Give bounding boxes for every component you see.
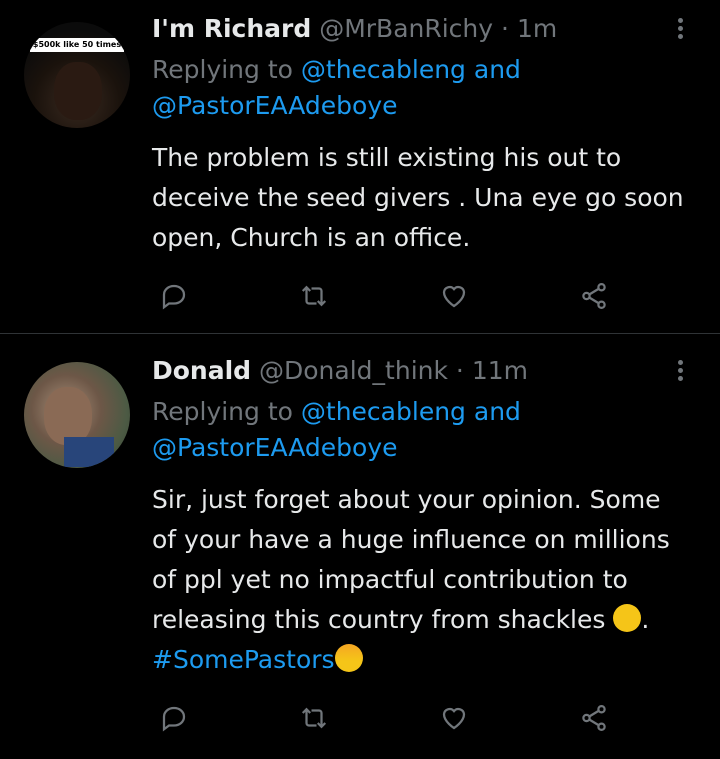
and-link[interactable]: and <box>474 55 521 84</box>
tweet-header: Donald @Donald_think · 11m <box>152 356 528 385</box>
tweet-text: The problem is still existing his out to… <box>152 143 684 252</box>
hashtag-link[interactable]: #SomePastors <box>152 645 335 674</box>
tweet-text: Sir, just forget about your opinion. Som… <box>152 480 692 680</box>
share-button[interactable] <box>576 278 612 314</box>
like-button[interactable] <box>436 700 472 736</box>
avatar-face <box>54 62 102 120</box>
heart-icon <box>442 707 466 730</box>
retweet-icon <box>301 285 327 307</box>
tweet-text-punct: . <box>641 605 650 634</box>
tweet[interactable]: Donald @Donald_think · 11m Replying to @… <box>0 334 720 759</box>
share-icon <box>582 283 606 309</box>
reply-icon <box>162 284 186 310</box>
display-name[interactable]: I'm Richard <box>152 14 311 43</box>
retweet-button[interactable] <box>296 278 332 314</box>
avatar-shirt <box>64 437 114 467</box>
tweet-actions <box>150 700 630 736</box>
like-button[interactable] <box>436 278 472 314</box>
tweet[interactable]: $500k like 50 times I'm Richard @MrBanRi… <box>0 0 720 333</box>
avatar[interactable] <box>24 362 130 468</box>
display-name[interactable]: Donald <box>152 356 251 385</box>
crying-face-emoji-icon <box>613 604 642 632</box>
mention-link[interactable]: @thecableng <box>301 55 466 84</box>
separator: · <box>501 14 509 43</box>
more-icon[interactable] <box>668 360 692 384</box>
heart-icon <box>442 285 466 308</box>
share-icon <box>582 705 606 731</box>
replying-to: Replying to @thecableng and @PastorEAAde… <box>152 52 521 124</box>
more-icon[interactable] <box>668 18 692 42</box>
timestamp[interactable]: 11m <box>472 356 528 385</box>
replying-to: Replying to @thecableng and @PastorEAAde… <box>152 394 521 466</box>
tweet-header: I'm Richard @MrBanRichy · 1m <box>152 14 557 43</box>
and-link[interactable]: and <box>474 397 521 426</box>
share-button[interactable] <box>576 700 612 736</box>
timestamp[interactable]: 1m <box>517 14 557 43</box>
tweet-actions <box>150 278 630 314</box>
user-handle[interactable]: @MrBanRichy <box>319 14 493 43</box>
reply-icon <box>162 706 186 732</box>
tweet-text-main: Sir, just forget about your opinion. Som… <box>152 485 670 634</box>
retweet-button[interactable] <box>296 700 332 736</box>
replying-label: Replying to <box>152 55 293 84</box>
exploding-head-emoji-icon <box>334 644 363 672</box>
reply-button[interactable] <box>156 700 192 736</box>
reply-button[interactable] <box>156 278 192 314</box>
avatar[interactable]: $500k like 50 times <box>24 22 130 128</box>
separator: · <box>455 356 464 385</box>
retweet-icon <box>301 707 327 729</box>
mention-link[interactable]: @PastorEAAdeboye <box>152 433 398 462</box>
mention-link[interactable]: @PastorEAAdeboye <box>152 91 398 120</box>
mention-link[interactable]: @thecableng <box>301 397 466 426</box>
user-handle[interactable]: @Donald_think <box>259 356 448 385</box>
replying-label: Replying to <box>152 397 293 426</box>
avatar-caption: $500k like 50 times <box>30 38 124 52</box>
